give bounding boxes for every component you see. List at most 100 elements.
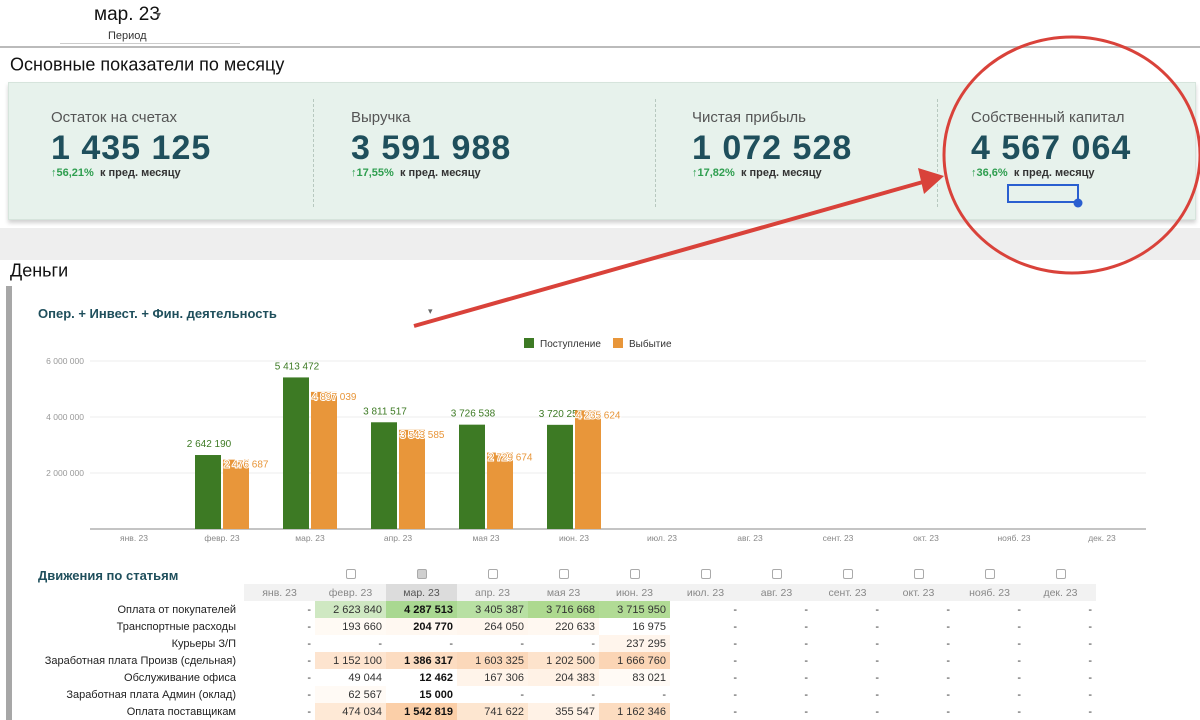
column-header: июл. 23 <box>670 584 741 601</box>
chevron-down-icon[interactable]: ▾ <box>428 306 433 317</box>
spacer-band <box>0 228 1200 260</box>
table-cell: - <box>1088 688 1092 701</box>
table-cell: - <box>875 688 879 701</box>
table-cell: 1 152 100 <box>315 652 386 669</box>
kpi-delta-suffix: к пред. месяцу <box>1013 167 1095 179</box>
month-checkbox[interactable] <box>558 568 569 579</box>
section-title-money: Деньги <box>10 259 69 281</box>
table-cell: - <box>1017 688 1021 701</box>
table-cell: 83 021 <box>599 669 670 686</box>
data-label: 3 726 538 <box>451 409 496 420</box>
table-cell: - <box>1088 671 1092 684</box>
table-cell: - <box>946 688 950 701</box>
checkbox-cell <box>599 566 670 584</box>
table-cell: - <box>946 654 950 667</box>
data-label: 3 543 585 <box>400 430 445 441</box>
table-cell: - <box>875 603 879 616</box>
table-cell: - <box>378 637 382 650</box>
kpi-delta-suffix: к пред. месяцу <box>399 167 481 179</box>
table-cell: 193 660 <box>315 618 386 635</box>
table-cell: - <box>875 637 879 650</box>
row-label: Обслуживание офиса <box>124 671 236 684</box>
table-cell: - <box>733 688 737 701</box>
month-checkbox[interactable] <box>1055 568 1066 579</box>
checkbox-cell <box>812 566 883 584</box>
period-selector[interactable]: мар. 23 ▾ Период <box>60 0 240 44</box>
table-cell: 62 567 <box>315 686 386 703</box>
table-cell: - <box>1088 654 1092 667</box>
table-cell: - <box>307 688 311 701</box>
bar-outflow <box>399 429 425 529</box>
column-header: мар. 23 <box>386 584 457 601</box>
month-checkbox[interactable] <box>842 568 853 579</box>
table-cell: 1 603 325 <box>457 652 528 669</box>
month-checkbox[interactable] <box>700 568 711 579</box>
chevron-down-icon[interactable]: ▾ <box>156 10 161 21</box>
x-tick-label: авг. 23 <box>737 533 763 543</box>
table-header: янв. 23 февр. 23 мар. 23 апр. 23 мая 23 июн. … <box>30 584 1096 601</box>
table-cell: 167 306 <box>457 669 528 686</box>
x-tick-label: дек. 23 <box>1088 533 1116 543</box>
month-checkbox[interactable] <box>416 568 427 579</box>
table-cell: - <box>1088 620 1092 633</box>
checkbox-cell <box>315 566 386 584</box>
kpi-balance: Остаток на счетах 1 435 125 ↑56,21% к пр… <box>51 83 311 221</box>
kpi-revenue: Выручка 3 591 988 ↑17,55% к пред. месяцу <box>351 83 651 221</box>
table-cell: - <box>946 620 950 633</box>
table-cell: 3 716 668 <box>528 601 599 618</box>
period-value[interactable]: мар. 23 <box>94 4 160 26</box>
row-label: Курьеры З/П <box>171 637 236 650</box>
table-cell: - <box>946 671 950 684</box>
checkbox-cell <box>244 566 315 584</box>
kpi-delta-suffix: к пред. месяцу <box>99 167 181 179</box>
kpi-value: 3 591 988 <box>351 129 512 167</box>
table-cell: 2 623 840 <box>315 601 386 618</box>
data-label: 2 729 674 <box>488 453 533 464</box>
table-cell: 3 405 387 <box>457 601 528 618</box>
y-tick-label: 6 000 000 <box>46 356 84 366</box>
row-label: Транспортные расходы <box>116 620 236 633</box>
table-cell: - <box>804 705 808 718</box>
month-checkbox[interactable] <box>487 568 498 579</box>
table-cell: 1 386 317 <box>386 652 457 669</box>
x-tick-label: мар. 23 <box>295 533 325 543</box>
bar-chart: 2 000 000 4 000 000 6 000 000 янв. 23 февр. … <box>46 356 1146 543</box>
month-checkbox[interactable] <box>345 568 356 579</box>
x-tick-label: июн. 23 <box>559 533 589 543</box>
kpi-delta: ↑36,6% к пред. месяцу <box>971 167 1095 179</box>
month-checkbox[interactable] <box>984 568 995 579</box>
month-checkbox[interactable] <box>771 568 782 579</box>
chart-title[interactable]: Опер. + Инвест. + Фин. деятельность <box>38 306 277 321</box>
kpi-delta-pct: ↑17,82% <box>692 167 735 179</box>
kpi-label: Остаток на счетах <box>51 109 177 126</box>
data-label: 2 642 190 <box>187 439 232 450</box>
table-cell: 237 295 <box>599 635 670 652</box>
column-header: апр. 23 <box>457 584 528 601</box>
spacer-cell <box>30 566 244 584</box>
y-tick-label: 2 000 000 <box>46 468 84 478</box>
x-tick-label: мая 23 <box>473 533 500 543</box>
table-cell: - <box>804 688 808 701</box>
table-cell: - <box>1017 654 1021 667</box>
month-checkbox[interactable] <box>913 568 924 579</box>
table-cell: - <box>733 671 737 684</box>
table-cell: 4 287 513 <box>386 601 457 618</box>
table-cell: 474 034 <box>315 703 386 720</box>
bar-inflow <box>547 424 573 529</box>
kpi-net-profit: Чистая прибыль 1 072 528 ↑17,82% к пред.… <box>692 83 932 221</box>
table-row: Обслуживание офиса - 49 044 12 462 167 306 20… <box>30 669 1096 686</box>
kpi-delta-pct: ↑36,6% <box>971 167 1008 179</box>
table-cell: - <box>875 705 879 718</box>
kpi-delta-pct: ↑17,55% <box>351 167 394 179</box>
table-row: Курьеры З/П - - - - -237 295- - - - - - <box>30 635 1096 652</box>
table-cell: - <box>1017 671 1021 684</box>
table-cell: 15 000 <box>419 688 453 701</box>
table-cell: 3 715 950 <box>599 601 670 618</box>
data-label: 3 811 517 <box>363 406 407 417</box>
kpi-value: 1 435 125 <box>51 129 212 167</box>
column-header: февр. 23 <box>315 584 386 601</box>
kpi-divider <box>937 99 938 207</box>
table-cell: - <box>1017 637 1021 650</box>
table-cell: - <box>1017 603 1021 616</box>
month-checkbox[interactable] <box>629 568 640 579</box>
